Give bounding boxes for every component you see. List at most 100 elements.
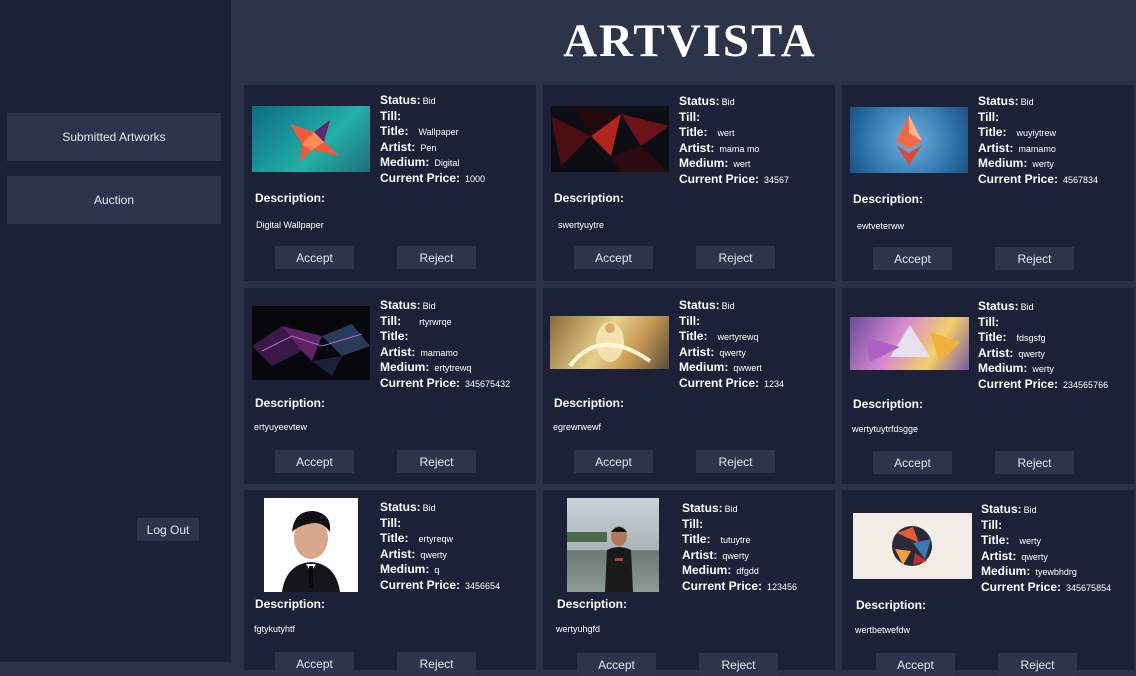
title-value: wertyrewq [717,332,759,342]
title-label: Title: [981,533,1010,547]
artwork-card: Status: Bid Till: Title: wertyrewq Artist:… [543,288,835,484]
artist-value: mama mo [719,143,760,154]
title-label: Title: [682,532,711,546]
artwork-image [550,316,669,369]
artist-label: Artist: [682,547,718,562]
price-label: Current Price: [380,577,461,592]
price-value: 1234 [764,378,785,389]
artwork-image [850,317,969,370]
accept-button[interactable]: Accept [574,246,653,269]
status-value: Bid [422,503,436,513]
artwork-card: Status: Bid Till: Title: Wallpaper Artist:… [244,85,536,281]
title-value: tutuytre [720,535,751,545]
reject-button[interactable]: Reject [995,247,1074,270]
till-label: Till: [682,516,704,531]
accept-button[interactable]: Accept [275,450,354,473]
accept-button[interactable]: Accept [275,652,354,675]
reject-button[interactable]: Reject [998,653,1077,676]
accept-button[interactable]: Accept [577,653,656,676]
description-value: wertytuytrfdsgge [852,424,919,434]
description-value: wertbetwefdw [855,625,911,635]
artist-label: Artist: [679,344,715,359]
description-value: Digital Wallpaper [256,220,324,230]
price-label: Current Price: [380,375,461,390]
description-value: fgtykutyhtf [254,624,296,634]
artwork-card: Status: Bid Till: Title: ertyreqw Artist: q… [244,490,536,675]
price-value: 123456 [767,581,798,592]
title-value: wert [717,128,735,138]
description-value: swertyuytre [558,220,605,230]
status-label: Status: [682,501,723,515]
status-value: Bid [721,301,735,311]
submitted-artworks-button[interactable]: Submitted Artworks [7,113,221,161]
logout-button[interactable]: Log Out [137,518,199,541]
till-label: Till: [380,515,402,530]
status-label: Status: [978,299,1019,313]
status-label: Status: [380,93,421,107]
status-value: Bid [1020,302,1034,312]
status-value: Bid [721,97,735,107]
reject-button[interactable]: Reject [699,653,778,676]
medium-value: wert [733,159,751,169]
medium-label: Medium: [380,360,430,374]
accept-button[interactable]: Accept [873,451,952,474]
price-label: Current Price: [682,578,763,593]
artist-label: Artist: [679,140,715,155]
status-value: Bid [422,301,436,311]
medium-label: Medium: [679,156,729,170]
artwork-image [850,107,968,173]
till-label: Till: [978,314,1000,329]
medium-label: Medium: [682,563,732,577]
description-label: Description: [856,598,927,612]
description-label: Description: [255,396,326,410]
till-label: Till: [981,517,1003,532]
status-value: Bid [1023,505,1037,515]
artwork-card: Status: Bid Till: Title: wert Artist: mama … [543,85,835,281]
accept-button[interactable]: Accept [574,450,653,473]
till-value: rtyrwrqe [419,316,452,327]
title-value: Wallpaper [418,127,459,137]
reject-button[interactable]: Reject [696,450,775,473]
artwork-image [567,498,659,592]
artist-label: Artist: [978,140,1014,155]
artist-label: Artist: [380,344,416,359]
reject-button[interactable]: Reject [696,246,775,269]
artist-value: qwerty [1018,348,1045,359]
artist-value: Pen [420,142,437,153]
price-value: 3456654 [465,580,501,591]
artist-value: qwerty [420,549,447,560]
auction-button[interactable]: Auction [7,176,221,224]
artist-value: mamamo [1018,143,1056,154]
medium-value: qwwert [733,363,762,373]
reject-button[interactable]: Reject [397,450,476,473]
accept-button[interactable]: Accept [873,247,952,270]
medium-value: Digital [434,158,460,168]
artwork-image [264,498,358,592]
artist-label: Artist: [978,345,1014,360]
price-value: 345675432 [465,378,511,389]
title-label: Title: [380,124,409,138]
price-value: 34567 [764,174,790,185]
status-value: Bid [422,96,436,106]
accept-button[interactable]: Accept [876,653,955,676]
till-label: Till: [978,109,1000,124]
title-label: Title: [978,330,1007,344]
header: ARTVISTA [231,0,1136,82]
accept-button[interactable]: Accept [275,246,354,269]
title-label: Title: [679,125,708,139]
reject-button[interactable]: Reject [397,246,476,269]
artwork-card: Status: Bid Till: Title: werty Artist: qwer… [842,490,1134,676]
description-label: Description: [554,191,625,205]
medium-value: werty [1032,159,1054,169]
price-label: Current Price: [981,579,1062,594]
reject-button[interactable]: Reject [397,652,476,675]
reject-button[interactable]: Reject [995,451,1074,474]
artist-label: Artist: [380,139,416,154]
description-value: wertyuhgfd [556,624,601,634]
artwork-image [252,106,370,172]
title-label: Title: [978,125,1007,139]
title-value: wuyiytrew [1016,128,1056,138]
price-label: Current Price: [380,170,461,185]
description-label: Description: [255,191,326,205]
status-label: Status: [679,298,720,312]
